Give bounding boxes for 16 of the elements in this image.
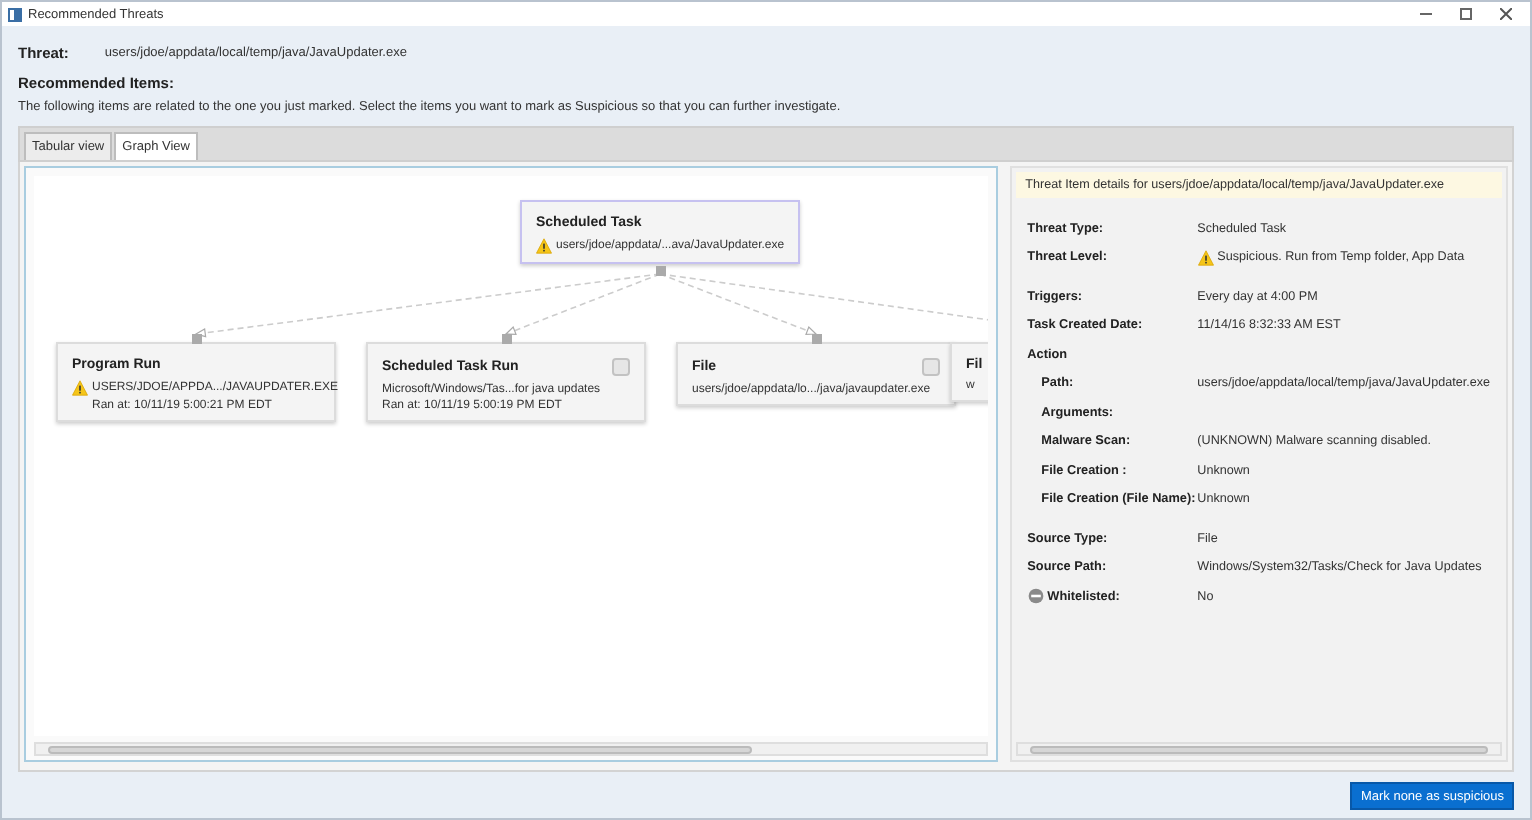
port-icon [502,334,512,344]
checkbox[interactable] [922,358,940,376]
port-icon [812,334,822,344]
maximize-icon[interactable] [1460,8,1472,20]
horizontal-scrollbar[interactable] [1015,742,1502,756]
app-icon [8,7,22,21]
warning-icon [72,380,88,396]
port-icon [656,266,666,276]
warning-icon [1197,249,1214,266]
close-icon[interactable] [1500,8,1512,20]
checkbox[interactable] [612,358,630,376]
minus-circle-icon [1027,588,1044,605]
minimize-icon[interactable] [1420,8,1432,20]
warning-icon [536,238,552,254]
horizontal-scrollbar[interactable] [34,742,988,756]
port-icon [192,334,202,344]
